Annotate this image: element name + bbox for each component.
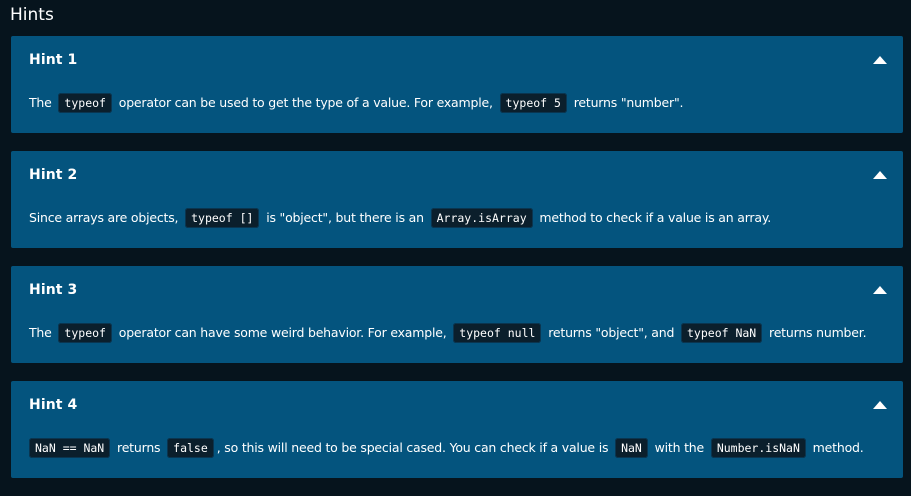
- hint-card-1: Hint 1 The typeof operator can be used t…: [11, 36, 903, 133]
- hint-text: with the: [650, 440, 708, 455]
- code-snippet: typeof 5: [499, 93, 567, 113]
- hint-card-2: Hint 2 Since arrays are objects, typeof …: [11, 151, 903, 248]
- hint-1-body: The typeof operator can be used to get t…: [29, 92, 889, 114]
- hint-3-body: The typeof operator can have some weird …: [29, 322, 889, 344]
- hint-text: returns "object", and: [544, 325, 678, 340]
- hint-text: operator can have some weird behavior. F…: [114, 325, 451, 340]
- hint-text: Since arrays are objects,: [29, 210, 183, 225]
- code-snippet: false: [167, 438, 214, 458]
- chevron-up-icon[interactable]: [873, 171, 887, 179]
- code-snippet: typeof: [58, 323, 112, 343]
- hint-text: returns "number".: [569, 95, 684, 110]
- chevron-up-icon[interactable]: [873, 56, 887, 64]
- hint-text: operator can be used to get the type of …: [114, 95, 497, 110]
- hint-text: , so this will need to be special cased.…: [216, 440, 613, 455]
- chevron-up-icon[interactable]: [873, 401, 887, 409]
- code-snippet: Number.isNaN: [710, 438, 806, 458]
- code-snippet: typeof null: [453, 323, 542, 343]
- code-snippet: typeof []: [185, 208, 260, 228]
- hint-2-header[interactable]: Hint 2: [29, 164, 889, 186]
- hint-text: The: [29, 325, 56, 340]
- code-snippet: Array.isArray: [430, 208, 533, 228]
- hint-card-3: Hint 3 The typeof operator can have some…: [11, 266, 903, 363]
- hint-text: is "object", but there is an: [262, 210, 428, 225]
- hint-4-body: NaN == NaN returns false, so this will n…: [29, 437, 889, 459]
- hint-text: method.: [808, 440, 864, 455]
- hints-list: Hint 1 The typeof operator can be used t…: [11, 36, 903, 496]
- hint-text: returns number.: [765, 325, 867, 340]
- hint-4-title: Hint 4: [29, 397, 78, 413]
- page-title: Hints: [10, 5, 54, 25]
- code-snippet: typeof NaN: [681, 323, 763, 343]
- hint-text: method to check if a value is an array.: [535, 210, 772, 225]
- hint-1-header[interactable]: Hint 1: [29, 49, 889, 71]
- hint-2-title: Hint 2: [29, 167, 78, 183]
- hint-3-header[interactable]: Hint 3: [29, 279, 889, 301]
- hint-1-title: Hint 1: [29, 52, 78, 68]
- chevron-up-icon[interactable]: [873, 286, 887, 294]
- hint-text: returns: [113, 440, 165, 455]
- code-snippet: NaN: [615, 438, 648, 458]
- hint-3-title: Hint 3: [29, 282, 78, 298]
- hint-4-header[interactable]: Hint 4: [29, 394, 889, 416]
- hint-text: The: [29, 95, 56, 110]
- code-snippet: NaN == NaN: [29, 438, 111, 458]
- hint-2-body: Since arrays are objects, typeof [] is "…: [29, 207, 889, 229]
- hint-card-4: Hint 4 NaN == NaN returns false, so this…: [11, 381, 903, 478]
- code-snippet: typeof: [58, 93, 112, 113]
